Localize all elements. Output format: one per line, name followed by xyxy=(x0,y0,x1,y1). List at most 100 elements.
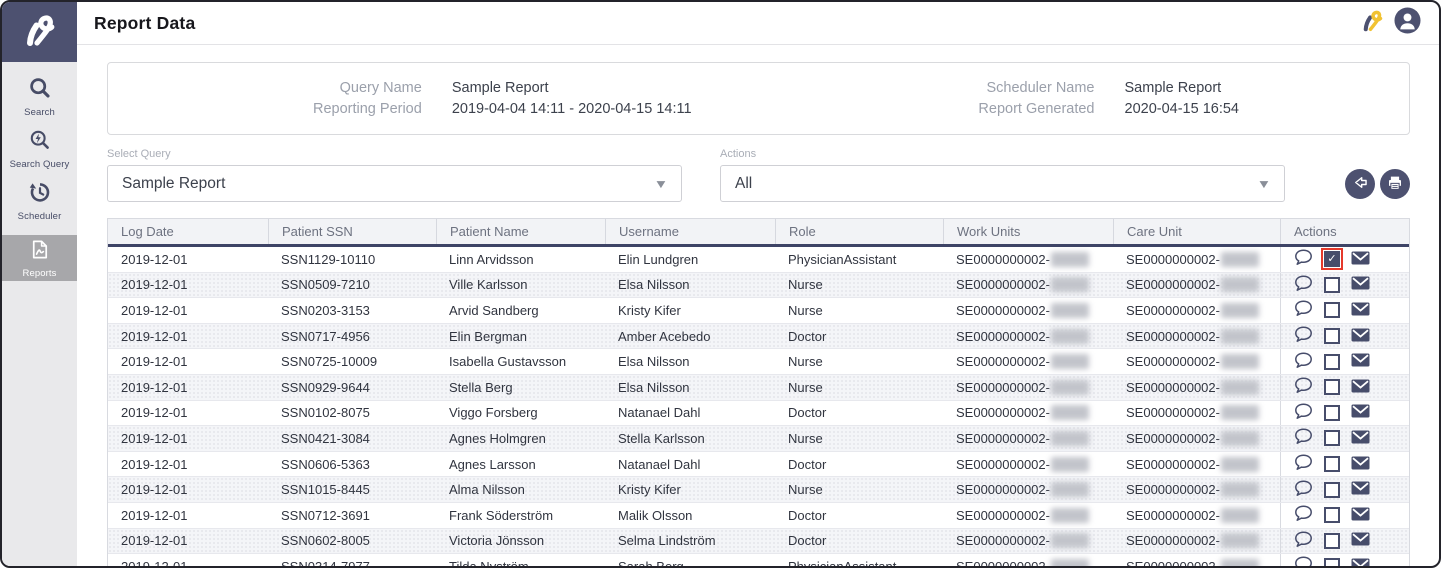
row-checkbox[interactable] xyxy=(1324,354,1340,370)
cell-log-date: 2019-12-01 xyxy=(108,529,268,554)
email-button[interactable] xyxy=(1351,507,1370,524)
print-button[interactable] xyxy=(1380,169,1410,199)
email-button[interactable] xyxy=(1351,558,1370,568)
sidebar-item-search[interactable]: Search xyxy=(2,71,77,123)
row-checkbox[interactable] xyxy=(1324,251,1340,267)
actions-filter: Actions All ▼ xyxy=(720,148,1285,202)
table-row: 2019-12-01 SSN0421-3084 Agnes Holmgren S… xyxy=(108,426,1409,452)
email-button[interactable] xyxy=(1351,481,1370,498)
sidebar-item-scheduler[interactable]: Scheduler xyxy=(2,175,77,227)
email-button[interactable] xyxy=(1351,430,1370,447)
cell-care-unit: SE0000000002- xyxy=(1113,298,1280,323)
comment-button[interactable] xyxy=(1294,403,1313,423)
email-button[interactable] xyxy=(1351,456,1370,473)
care-unit-redacted-value xyxy=(1221,559,1259,568)
sidebar-item-search-query[interactable]: Search Query xyxy=(2,123,77,175)
actions-value: All xyxy=(735,175,752,193)
comment-button[interactable] xyxy=(1294,377,1313,397)
report-generated-value: 2020-04-15 16:54 xyxy=(1125,101,1240,117)
row-checkbox[interactable] xyxy=(1324,507,1340,523)
cell-username: Elsa Nilsson xyxy=(605,273,775,298)
cell-patient-name: Alma Nilsson xyxy=(436,477,605,502)
row-checkbox[interactable] xyxy=(1324,302,1340,318)
work-units-redacted-value xyxy=(1051,559,1089,568)
cell-log-date: 2019-12-01 xyxy=(108,349,268,374)
cell-actions xyxy=(1280,401,1409,426)
report-generated-label: Report Generated xyxy=(978,101,1094,117)
cell-log-date: 2019-12-01 xyxy=(108,401,268,426)
care-unit-redacted-value xyxy=(1221,533,1259,548)
cell-patient-name: Frank Söderström xyxy=(436,503,605,528)
care-unit-prefix: SE0000000002- xyxy=(1126,508,1220,523)
user-avatar-icon[interactable] xyxy=(1394,7,1421,39)
comment-button[interactable] xyxy=(1294,531,1313,551)
sidebar-item-reports[interactable]: Reports xyxy=(2,235,77,281)
work-units-redacted-value xyxy=(1051,329,1089,344)
back-button[interactable] xyxy=(1345,169,1375,199)
cell-patient-ssn: SSN0606-5363 xyxy=(268,452,436,477)
select-query-dropdown[interactable]: Sample Report ▼ xyxy=(107,165,682,202)
actions-dropdown[interactable]: All ▼ xyxy=(720,165,1285,202)
comment-button[interactable] xyxy=(1294,505,1313,525)
brand-logo-icon xyxy=(20,10,60,55)
col-role: Role xyxy=(775,219,943,244)
care-unit-redacted-value xyxy=(1221,457,1259,472)
checkbox-highlight xyxy=(1321,479,1343,501)
checkbox-highlight xyxy=(1321,402,1343,424)
email-button[interactable] xyxy=(1351,276,1370,293)
cell-care-unit: SE0000000002- xyxy=(1113,554,1280,568)
comment-button[interactable] xyxy=(1294,300,1313,320)
row-checkbox[interactable] xyxy=(1324,482,1340,498)
cell-work-units: SE0000000002- xyxy=(943,529,1113,554)
row-checkbox[interactable] xyxy=(1324,405,1340,421)
cell-care-unit: SE0000000002- xyxy=(1113,375,1280,400)
email-button[interactable] xyxy=(1351,379,1370,396)
email-button[interactable] xyxy=(1351,302,1370,319)
table-body: 2019-12-01 SSN1129-10110 Linn Arvidsson … xyxy=(108,247,1409,568)
email-button[interactable] xyxy=(1351,353,1370,370)
cell-patient-ssn: SSN0602-8005 xyxy=(268,529,436,554)
row-checkbox[interactable] xyxy=(1324,328,1340,344)
comment-button[interactable] xyxy=(1294,352,1313,372)
row-checkbox[interactable] xyxy=(1324,558,1340,568)
comment-bubble-icon xyxy=(1294,454,1313,474)
email-button[interactable] xyxy=(1351,251,1370,268)
checkbox-highlight xyxy=(1321,248,1343,270)
cell-patient-name: Stella Berg xyxy=(436,375,605,400)
row-checkbox[interactable] xyxy=(1324,533,1340,549)
row-checkbox[interactable] xyxy=(1324,456,1340,472)
work-units-prefix: SE0000000002- xyxy=(956,533,1050,548)
select-query-value: Sample Report xyxy=(122,175,225,193)
cell-log-date: 2019-12-01 xyxy=(108,554,268,568)
row-checkbox[interactable] xyxy=(1324,277,1340,293)
report-summary-card: Query Name Sample Report Reporting Perio… xyxy=(107,62,1410,135)
scheduler-icon xyxy=(28,180,52,209)
cell-log-date: 2019-12-01 xyxy=(108,477,268,502)
work-units-redacted-value xyxy=(1051,533,1089,548)
sidebar-item-label: Scheduler xyxy=(18,211,62,222)
cell-care-unit: SE0000000002- xyxy=(1113,477,1280,502)
email-button[interactable] xyxy=(1351,532,1370,549)
care-unit-redacted-value xyxy=(1221,380,1259,395)
envelope-icon xyxy=(1351,507,1370,524)
cell-username: Natanael Dahl xyxy=(605,452,775,477)
comment-button[interactable] xyxy=(1294,480,1313,500)
sidebar-item-label: Search Query xyxy=(10,159,70,170)
comment-button[interactable] xyxy=(1294,275,1313,295)
comment-button[interactable] xyxy=(1294,428,1313,448)
comment-button[interactable] xyxy=(1294,249,1313,269)
comment-button[interactable] xyxy=(1294,556,1313,568)
report-table: Log Date Patient SSN Patient Name Userna… xyxy=(107,218,1410,568)
app-window: Search Search Query xyxy=(0,0,1441,568)
row-checkbox[interactable] xyxy=(1324,430,1340,446)
email-button[interactable] xyxy=(1351,404,1370,421)
cell-patient-ssn: SSN0421-3084 xyxy=(268,426,436,451)
cell-patient-name: Isabella Gustavsson xyxy=(436,349,605,374)
email-button[interactable] xyxy=(1351,328,1370,345)
table-header: Log Date Patient SSN Patient Name Userna… xyxy=(108,219,1409,247)
cell-care-unit: SE0000000002- xyxy=(1113,529,1280,554)
comment-button[interactable] xyxy=(1294,454,1313,474)
row-checkbox[interactable] xyxy=(1324,379,1340,395)
care-unit-prefix: SE0000000002- xyxy=(1126,559,1220,568)
comment-button[interactable] xyxy=(1294,326,1313,346)
